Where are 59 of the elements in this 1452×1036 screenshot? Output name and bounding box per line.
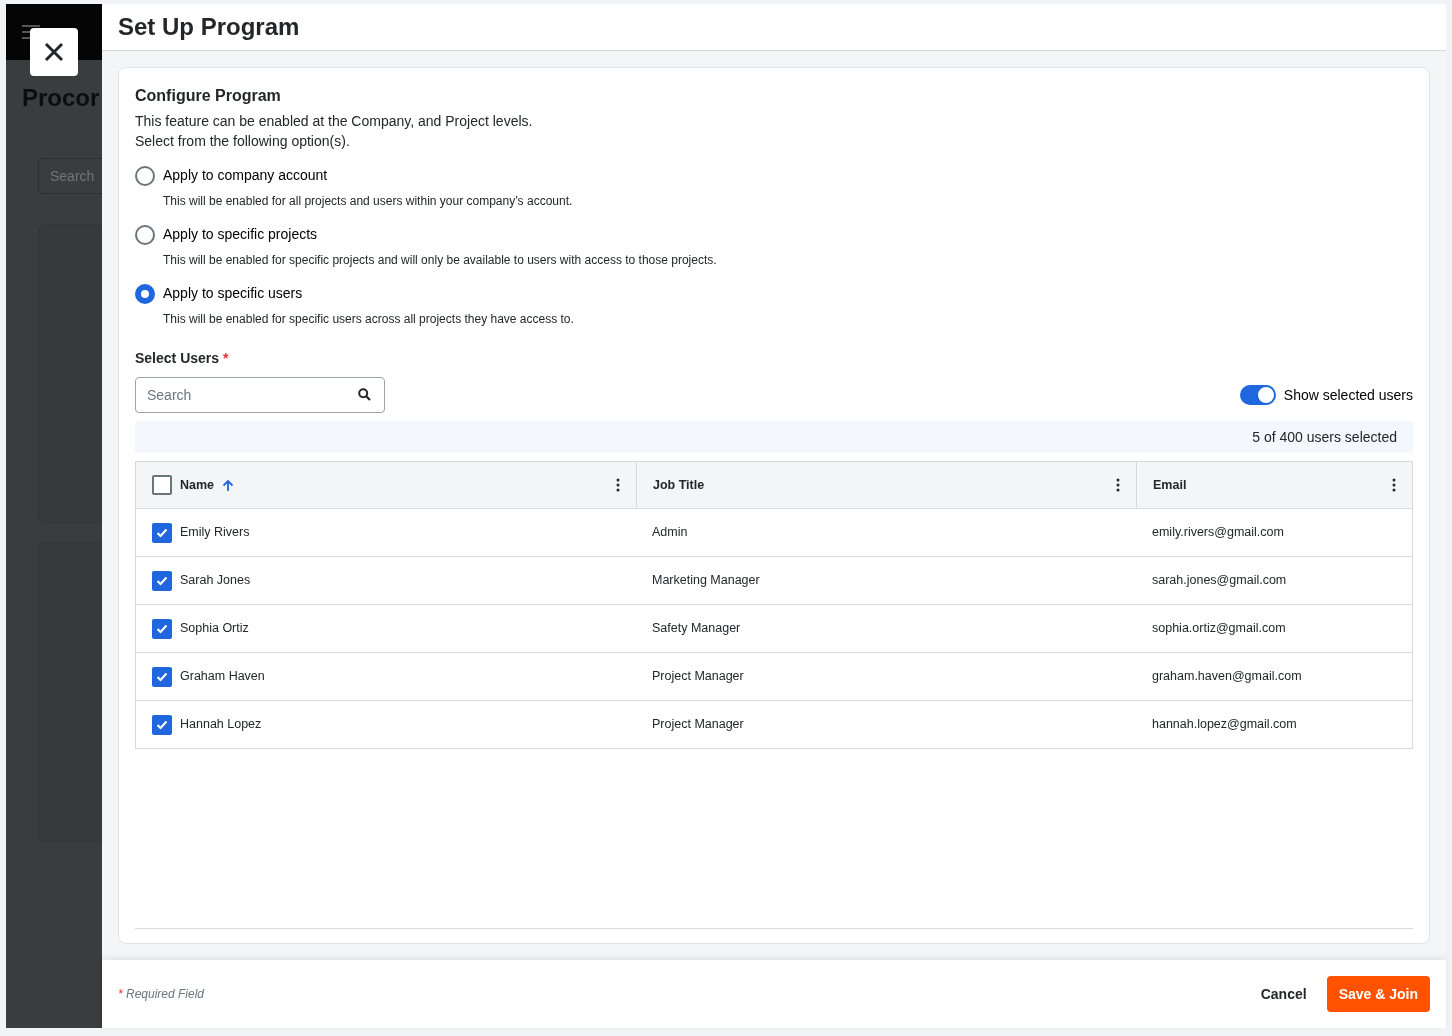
- option-label: Apply to specific users: [163, 284, 303, 304]
- radio-option[interactable]: Apply to company account: [135, 165, 328, 187]
- table-cell-text: sarah.jones@gmail.com: [1152, 572, 1287, 590]
- table-cell-text: emily.rivers@gmail.com: [1152, 524, 1284, 542]
- option-label: Apply to company account: [163, 166, 328, 186]
- option-label: Apply to specific projects: [163, 225, 318, 245]
- close-icon: [44, 42, 64, 62]
- check-icon: [156, 575, 168, 586]
- option-hint: This will be enabled for specific users across all projects they have access to.: [163, 311, 575, 329]
- search-field[interactable]: Search: [38, 158, 102, 194]
- field-label: Select Users *: [135, 349, 230, 369]
- radio-button[interactable]: [135, 165, 155, 186]
- checkbox[interactable]: [152, 666, 172, 687]
- check-icon: [156, 671, 168, 682]
- table-cell-text: Safety Manager: [652, 620, 741, 638]
- section-heading: Configure Program: [135, 86, 282, 106]
- description-text: This feature can be enabled at the Company, and Project levels.: [135, 112, 534, 132]
- more-icon[interactable]: [1116, 478, 1120, 493]
- table-cell-text: Admin: [652, 524, 688, 542]
- option-hint: This will be enabled for all projects and users within your company’s account.: [163, 193, 574, 211]
- checkbox[interactable]: [152, 475, 172, 496]
- table-cell-text: graham.haven@gmail.com: [1152, 668, 1302, 686]
- checkbox[interactable]: [152, 522, 172, 543]
- table-cell-text: Marketing Manager: [652, 572, 760, 590]
- checkbox[interactable]: [152, 570, 172, 591]
- radio-button[interactable]: [135, 224, 155, 245]
- column-header[interactable]: Name: [180, 475, 215, 495]
- drawer-title: Set Up Program: [118, 12, 300, 42]
- more-icon[interactable]: [616, 478, 620, 493]
- table-cell-text: Project Manager: [652, 668, 744, 686]
- description-text: Select from the following option(s).: [135, 132, 351, 152]
- table-cell-text: Project Manager: [652, 716, 744, 734]
- column-header[interactable]: Job Title: [653, 475, 705, 495]
- check-icon: [156, 527, 168, 538]
- column-header[interactable]: Email: [1153, 475, 1187, 495]
- table-cell-text: Sophia Ortiz: [180, 620, 249, 638]
- option-hint: This will be enabled for specific projects and will only be available to users with access to those projects.: [163, 252, 718, 270]
- table-cell-text: Graham Haven: [180, 668, 265, 686]
- checkbox[interactable]: [152, 618, 172, 639]
- required-note: * Required Field: [118, 986, 205, 1003]
- close-button[interactable]: [30, 28, 78, 76]
- sort-arrow-icon[interactable]: [222, 478, 235, 492]
- radio-button[interactable]: [135, 283, 155, 304]
- more-icon[interactable]: [1392, 478, 1396, 493]
- table-cell-text: Emily Rivers: [180, 524, 250, 542]
- cancel-button[interactable]: Cancel: [1248, 976, 1319, 1012]
- table-cell-text: Hannah Lopez: [180, 716, 262, 734]
- selection-count: 5 of 400 users selected: [1252, 427, 1397, 447]
- check-icon: [156, 719, 168, 730]
- search-field[interactable]: Search: [135, 377, 385, 414]
- table-cell-text: sophia.ortiz@gmail.com: [1152, 620, 1286, 638]
- radio-option[interactable]: Apply to specific users: [135, 283, 303, 305]
- table-cell-text: hannah.lopez@gmail.com: [1152, 716, 1297, 734]
- radio-option[interactable]: Apply to specific projects: [135, 224, 318, 246]
- table-cell-text: Sarah Jones: [180, 572, 251, 590]
- toggle-switch[interactable]: Show selected users: [1239, 384, 1413, 406]
- search-icon: [358, 388, 371, 402]
- check-icon: [156, 623, 168, 634]
- checkbox[interactable]: [152, 714, 172, 735]
